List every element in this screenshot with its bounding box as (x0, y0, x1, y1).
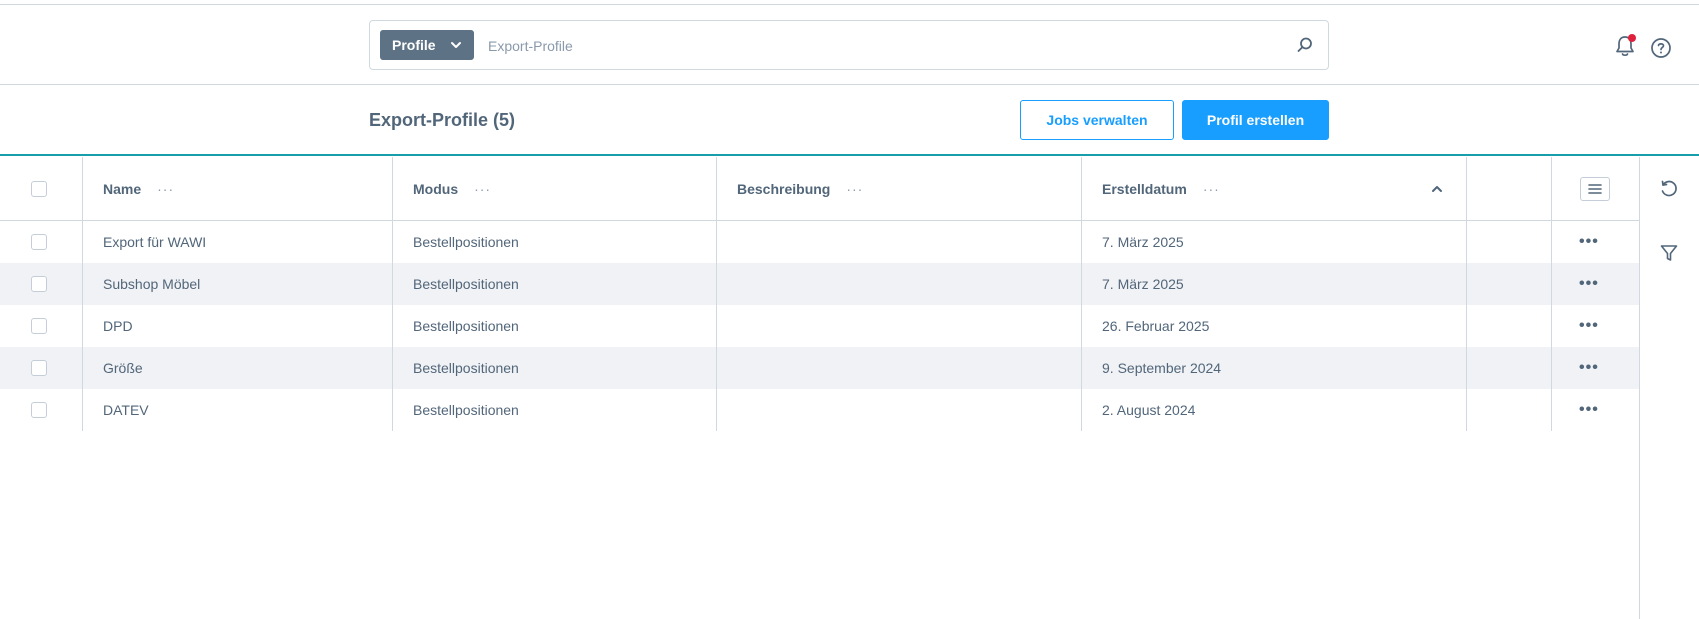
column-divider[interactable] (82, 157, 83, 431)
row-actions-button[interactable]: ••• (1579, 263, 1611, 305)
column-divider (1551, 157, 1552, 431)
row-actions-button[interactable]: ••• (1579, 347, 1611, 389)
help-icon[interactable] (1650, 37, 1672, 59)
column-menu-icon[interactable]: ··· (846, 181, 863, 197)
row-select-cell (0, 263, 82, 305)
cell-created: 26. Februar 2025 (1102, 318, 1210, 334)
top-header: Profile (0, 5, 1699, 85)
column-header-label: Name (103, 180, 142, 197)
cell-name[interactable]: Subshop Möbel (103, 263, 200, 305)
row-select-cell (0, 221, 82, 263)
cell-mode: Bestellpositionen (413, 276, 519, 292)
table-row[interactable]: Subshop Möbel Bestellpositionen 7. März … (0, 263, 1639, 305)
table-row[interactable]: DPD Bestellpositionen 26. Februar 2025 •… (0, 305, 1639, 347)
search-icon[interactable] (1296, 36, 1314, 54)
column-divider[interactable] (392, 157, 393, 431)
cell-mode: Bestellpositionen (413, 402, 519, 418)
sort-ascending-icon[interactable] (1431, 184, 1443, 194)
refresh-icon[interactable] (1659, 179, 1679, 199)
column-menu-icon[interactable]: ··· (1203, 181, 1220, 197)
select-all-checkbox[interactable] (31, 180, 47, 197)
row-actions-button[interactable]: ••• (1579, 221, 1611, 263)
row-checkbox[interactable] (31, 318, 47, 334)
table-row[interactable]: DATEV Bestellpositionen 2. August 2024 •… (0, 389, 1639, 431)
table-row[interactable]: Export für WAWI Bestellpositionen 7. Mär… (0, 221, 1639, 263)
column-divider[interactable] (1466, 157, 1467, 431)
cell-created: 2. August 2024 (1102, 402, 1196, 418)
column-divider[interactable] (1081, 157, 1082, 431)
search-type-label: Profile (392, 37, 436, 53)
cell-mode: Bestellpositionen (413, 234, 519, 250)
row-checkbox[interactable] (31, 276, 47, 292)
table-row[interactable]: Größe Bestellpositionen 9. September 202… (0, 347, 1639, 389)
cell-name[interactable]: Größe (103, 347, 143, 389)
global-search: Profile (369, 20, 1329, 70)
page-title: Export-Profile (5) (369, 110, 516, 130)
column-header-label: Beschreibung (737, 180, 831, 197)
cell-created: 9. September 2024 (1102, 360, 1222, 376)
cell-created: 7. März 2025 (1102, 276, 1184, 292)
column-menu-icon[interactable]: ··· (474, 181, 491, 197)
search-input[interactable] (488, 33, 1248, 59)
list-icon (1588, 184, 1602, 194)
column-header-mode[interactable]: Modus ··· (413, 157, 713, 220)
page-title-bar: Export-Profile (5) Jobs verwalten Profil… (0, 86, 1699, 156)
row-actions-button[interactable]: ••• (1579, 305, 1611, 347)
row-select-cell (0, 305, 82, 347)
column-header-label: Erstelldatum (1102, 180, 1187, 197)
row-actions-button[interactable]: ••• (1579, 389, 1611, 431)
grid-sidebar (1639, 157, 1699, 619)
column-header-name[interactable]: Name ··· (103, 157, 383, 220)
notification-badge (1628, 34, 1636, 42)
cell-created: 7. März 2025 (1102, 234, 1184, 250)
cell-mode: Bestellpositionen (413, 318, 519, 334)
manage-jobs-button[interactable]: Jobs verwalten (1020, 100, 1174, 140)
column-menu-icon[interactable]: ··· (157, 181, 174, 197)
row-checkbox[interactable] (31, 402, 47, 418)
cell-name[interactable]: DATEV (103, 389, 149, 431)
row-select-cell (0, 389, 82, 431)
filter-icon[interactable] (1659, 243, 1679, 263)
chevron-down-icon (451, 42, 461, 48)
column-header-description[interactable]: Beschreibung ··· (737, 157, 1077, 220)
column-settings-button[interactable] (1580, 177, 1610, 201)
column-header-label: Modus (413, 180, 459, 197)
create-profile-button[interactable]: Profil erstellen (1182, 100, 1329, 140)
cell-mode: Bestellpositionen (413, 360, 519, 376)
profiles-table: Name ··· Modus ··· Beschreibung ··· Erst… (0, 157, 1639, 431)
column-divider[interactable] (716, 157, 717, 431)
row-checkbox[interactable] (31, 360, 47, 376)
column-header-created[interactable]: Erstelldatum ··· (1102, 157, 1402, 220)
cell-name[interactable]: DPD (103, 305, 133, 347)
select-all-cell (0, 157, 82, 220)
cell-name[interactable]: Export für WAWI (103, 221, 206, 263)
search-type-dropdown[interactable]: Profile (380, 30, 474, 60)
row-select-cell (0, 347, 82, 389)
row-checkbox[interactable] (31, 234, 47, 250)
table-header: Name ··· Modus ··· Beschreibung ··· Erst… (0, 157, 1639, 221)
